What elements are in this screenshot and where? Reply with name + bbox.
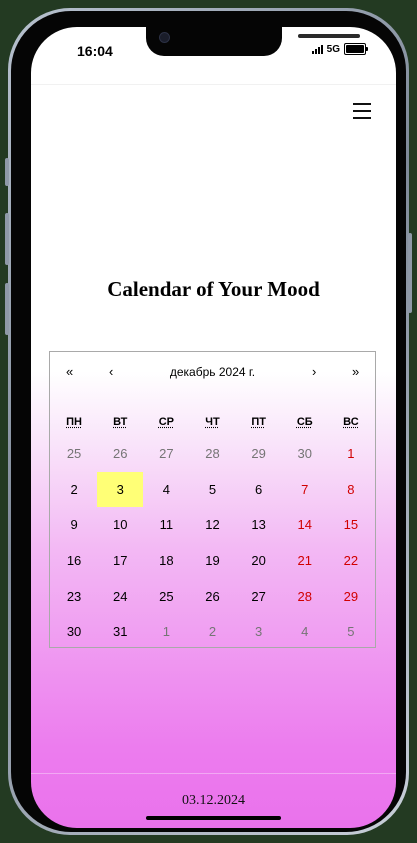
phone-frame: 16:04 5G Calendar of Your Mood декабрь 2… [5,8,412,835]
action-button [5,158,9,186]
day-cell[interactable]: 24 [97,578,143,614]
day-cell[interactable]: 1 [143,614,189,650]
calendar-widget: декабрь 2024 г. « ‹ › » ПН ВТ СР ЧТ ПТ СБ ВС 2… [49,351,376,648]
bezel: 16:04 5G Calendar of Your Mood декабрь 2… [11,11,406,832]
next-year-button[interactable]: » [352,364,359,379]
day-cell[interactable]: 26 [97,436,143,472]
weekday-label: ПН [66,416,82,428]
network-label: 5G [326,43,340,55]
day-cell[interactable]: 29 [328,578,374,614]
day-cell[interactable]: 6 [236,472,282,508]
day-cell[interactable]: 28 [282,578,328,614]
day-cell[interactable]: 19 [189,543,235,579]
footer-divider [31,773,396,774]
day-cell[interactable]: 5 [189,472,235,508]
day-cell[interactable]: 31 [97,614,143,650]
speaker-grille [298,34,360,38]
day-cell[interactable]: 18 [143,543,189,579]
day-cell[interactable]: 26 [189,578,235,614]
day-cell[interactable]: 27 [143,436,189,472]
calendar-navigation: декабрь 2024 г. « ‹ › » [50,352,375,392]
weekday-label: ВС [343,416,359,428]
day-cell-today[interactable]: 3 [97,471,144,508]
day-cell[interactable]: 17 [97,543,143,579]
camera-icon [159,32,170,43]
weekday-label: ПТ [251,416,266,428]
day-cell[interactable]: 12 [189,507,235,543]
prev-month-button[interactable]: ‹ [109,364,113,379]
volume-up-button [5,213,9,265]
header-divider [31,84,396,85]
home-indicator[interactable] [146,816,281,820]
day-cell[interactable]: 29 [236,436,282,472]
day-cell[interactable]: 8 [328,472,374,508]
day-cell[interactable]: 20 [236,543,282,579]
day-cell[interactable]: 11 [143,507,189,543]
day-cell[interactable]: 14 [282,507,328,543]
day-cell[interactable]: 25 [51,436,97,472]
day-cell[interactable]: 30 [282,436,328,472]
selected-date: 03.12.2024 [182,793,245,808]
day-cell[interactable]: 28 [189,436,235,472]
days-grid: 25 26 27 28 29 30 1 2 3 4 5 6 7 8 9 10 11 12 13 14 15 16 17 18 1… [50,436,375,650]
battery-icon [344,43,368,55]
day-cell[interactable]: 30 [51,614,97,650]
next-month-button[interactable]: › [312,364,316,379]
day-cell[interactable]: 13 [236,507,282,543]
day-cell[interactable]: 9 [51,507,97,543]
day-cell[interactable]: 25 [143,578,189,614]
day-cell[interactable]: 2 [189,614,235,650]
status-time: 16:04 [77,43,113,59]
prev-year-button[interactable]: « [66,364,73,379]
weekday-label: СБ [296,416,313,428]
day-cell[interactable]: 1 [328,436,374,472]
calendar-month-label[interactable]: декабрь 2024 г. [50,365,375,379]
day-cell[interactable]: 3 [236,614,282,650]
page-title: Calendar of Your Mood [107,277,320,301]
day-cell[interactable]: 2 [51,472,97,508]
hamburger-menu-icon[interactable] [353,102,371,120]
day-cell[interactable]: 21 [282,543,328,579]
power-button [408,233,412,313]
day-cell[interactable]: 23 [51,578,97,614]
signal-bars-icon [311,44,323,54]
weekday-label: ВТ [113,416,128,428]
day-cell[interactable]: 27 [236,578,282,614]
volume-down-button [5,283,9,335]
day-cell[interactable]: 5 [328,614,374,650]
day-cell[interactable]: 4 [282,614,328,650]
screen: 16:04 5G Calendar of Your Mood декабрь 2… [31,27,396,828]
weekday-label: СР [158,416,174,428]
day-cell[interactable]: 15 [328,507,374,543]
day-cell[interactable]: 4 [143,472,189,508]
status-indicators: 5G [311,43,368,55]
day-cell[interactable]: 10 [97,507,143,543]
day-cell[interactable]: 22 [328,543,374,579]
weekday-label: ЧТ [205,416,220,428]
day-cell[interactable]: 7 [282,472,328,508]
weekday-header: ПН ВТ СР ЧТ ПТ СБ ВС [50,416,375,428]
day-cell[interactable]: 16 [51,543,97,579]
dynamic-notch [146,27,360,56]
